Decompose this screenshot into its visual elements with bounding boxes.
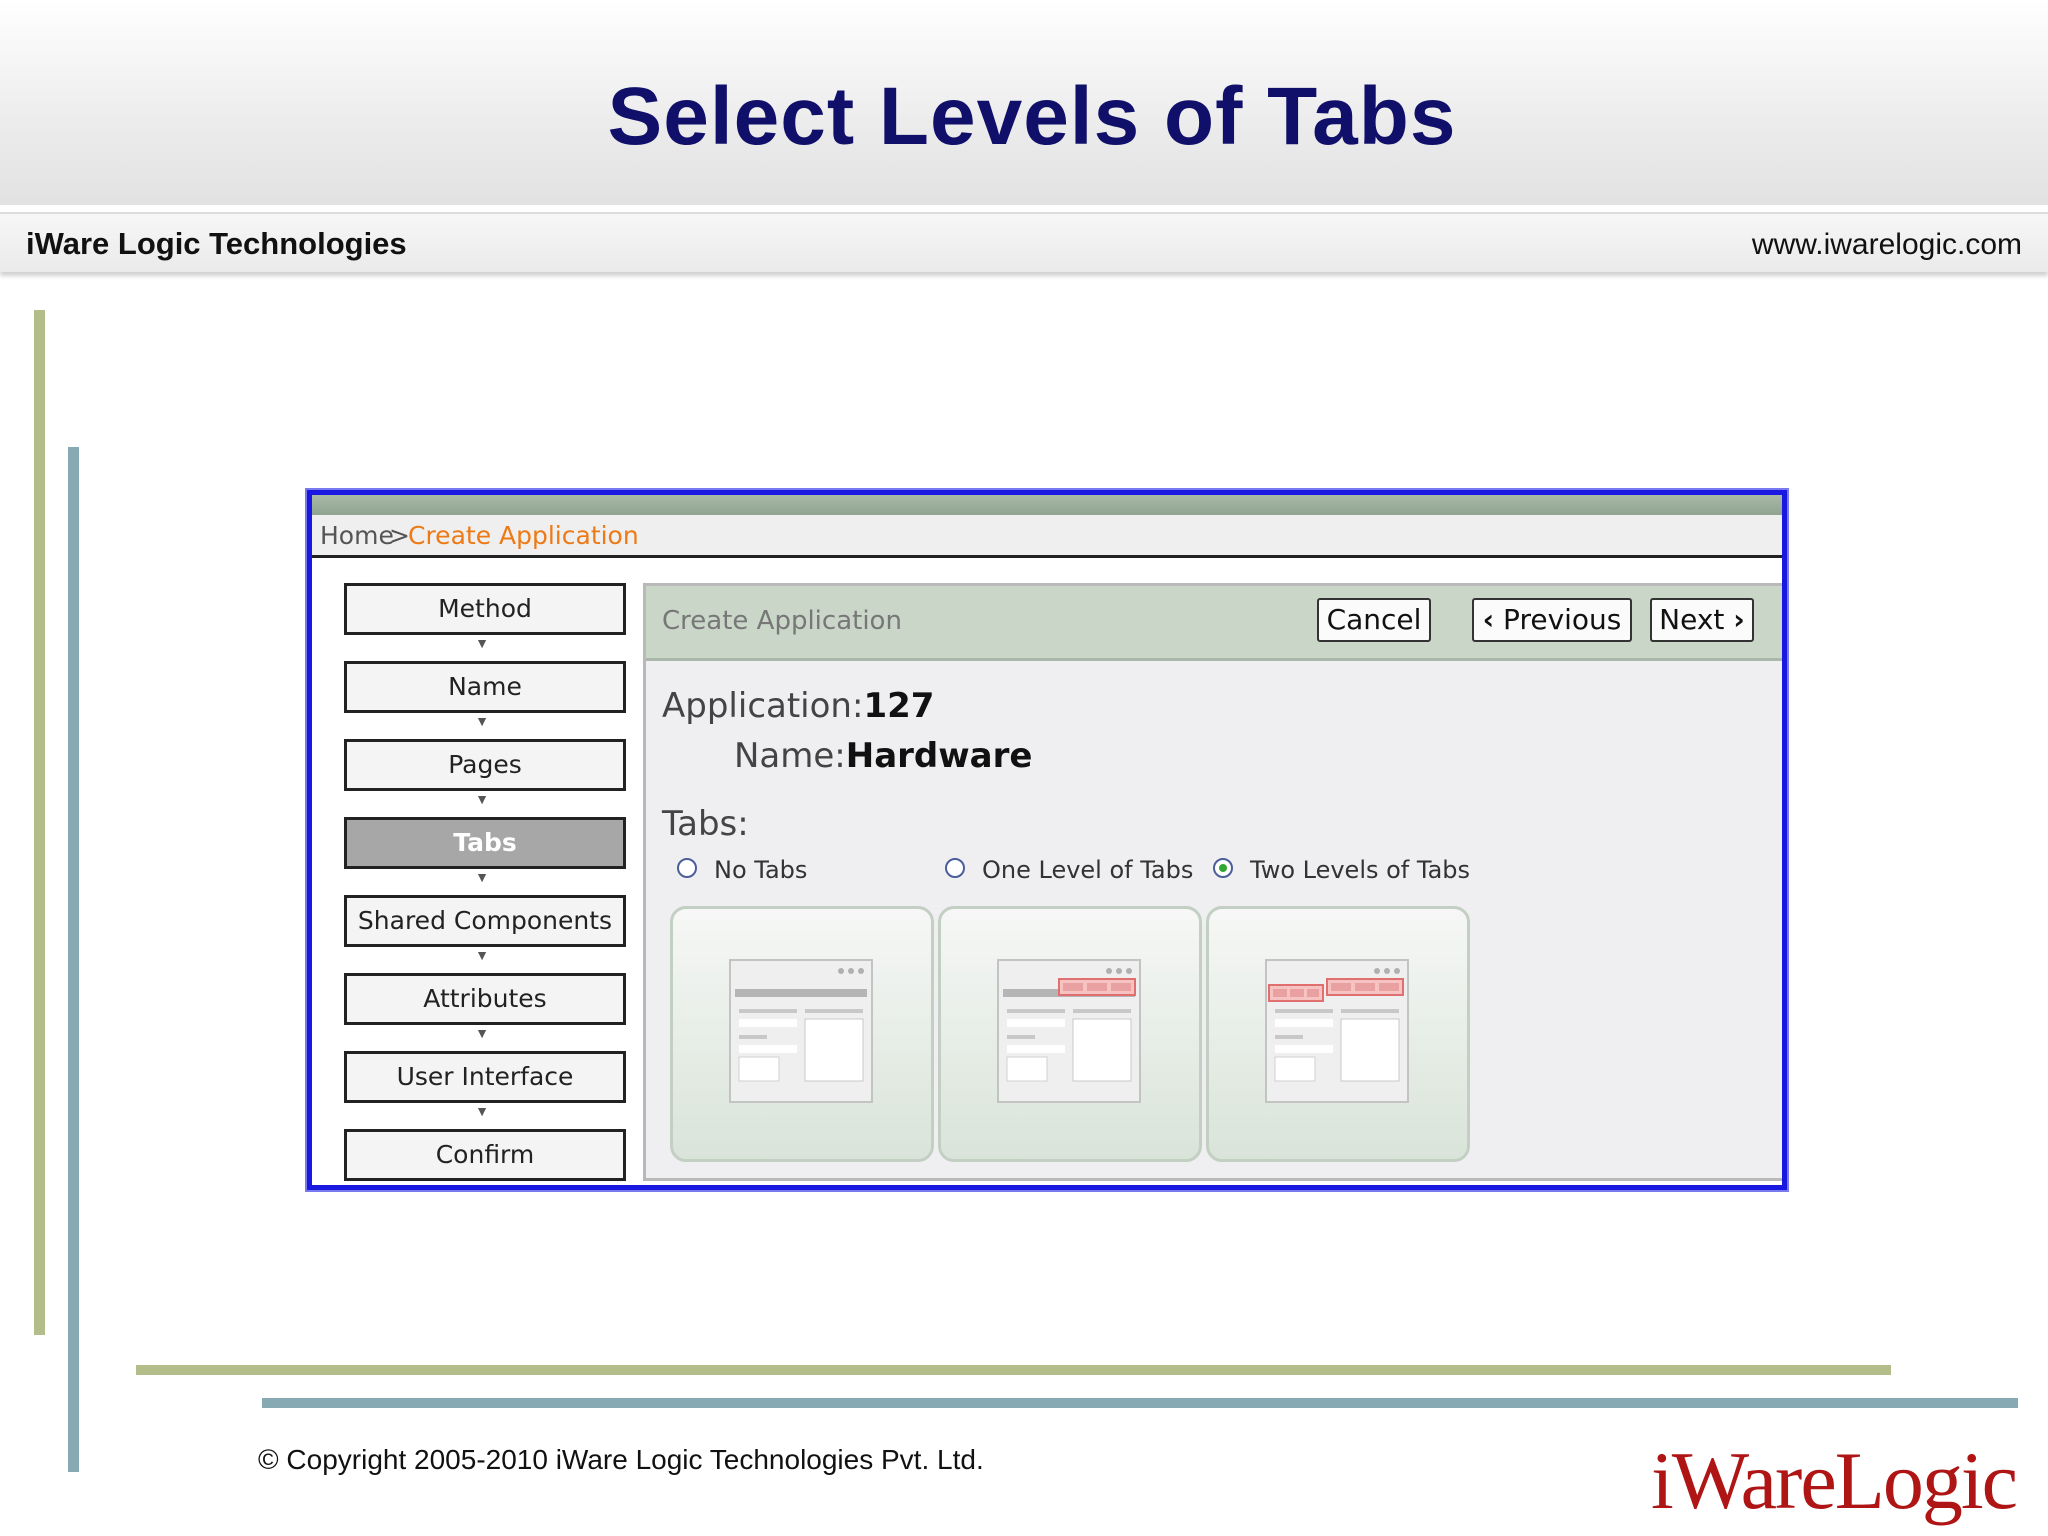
- copyright-text: © Copyright 2005-2010 iWare Logic Techno…: [258, 1444, 984, 1475]
- chevron-right-icon: ›: [1733, 603, 1745, 636]
- decorative-bar: [262, 1398, 2018, 1408]
- wizard-step-shared-components[interactable]: Shared Components: [344, 895, 626, 947]
- chevron-left-icon: ‹: [1482, 603, 1495, 636]
- radio-no-tabs[interactable]: [677, 858, 697, 878]
- application-name: Hardware: [845, 736, 1033, 776]
- application-label: Application:: [662, 686, 864, 726]
- wizard-step-method[interactable]: Method: [344, 583, 626, 635]
- slide-title: Select Levels of Tabs: [607, 71, 1457, 162]
- chevron-down-icon: ▼: [475, 947, 489, 963]
- chevron-down-icon: ▼: [475, 635, 489, 651]
- radio-one-level-tabs[interactable]: [945, 858, 965, 878]
- chevron-down-icon: ▼: [475, 1025, 489, 1041]
- website-url: www.iwarelogic.com: [1751, 228, 2022, 261]
- subheader: iWare Logic Technologies www.iwarelogic.…: [0, 212, 2048, 272]
- name-field: Name:Hardware: [734, 736, 1032, 776]
- company-name: iWare Logic Technologies: [26, 226, 407, 261]
- layout-preview-icon: [1265, 959, 1409, 1103]
- panel-title: Create Application: [662, 606, 902, 636]
- previous-button-label: Previous: [1503, 603, 1622, 636]
- wizard-step-attributes[interactable]: Attributes: [344, 973, 626, 1025]
- breadcrumb-current: Create Application: [408, 521, 639, 550]
- wizard-step-user-interface[interactable]: User Interface: [344, 1051, 626, 1103]
- breadcrumb: Home > Create Application: [312, 515, 1782, 558]
- layout-preview-icon: [729, 959, 873, 1103]
- screenshot-frame: Home > Create Application Method ▼ Name …: [307, 490, 1787, 1190]
- application-id: 127: [863, 686, 935, 726]
- chevron-down-icon: ▼: [475, 713, 489, 729]
- layout-preview-icon: [997, 959, 1141, 1103]
- preview-card-one-level-tabs[interactable]: [938, 906, 1202, 1162]
- chevron-down-icon: ▼: [475, 869, 489, 885]
- decorative-bar: [68, 447, 79, 1472]
- next-button[interactable]: Next ›: [1650, 598, 1754, 642]
- wizard-step-confirm[interactable]: Confirm: [344, 1129, 626, 1181]
- breadcrumb-home-link[interactable]: Home: [320, 521, 394, 550]
- window-top-strip: [312, 495, 1782, 515]
- decorative-bar: [34, 310, 45, 1335]
- radio-two-levels-tabs[interactable]: [1213, 858, 1233, 878]
- option-label-no-tabs: No Tabs: [714, 856, 808, 884]
- create-application-panel: Create Application Cancel ‹ Previous Nex…: [643, 583, 1782, 1181]
- application-field: Application:127: [662, 686, 934, 726]
- option-label-one-level-tabs: One Level of Tabs: [982, 856, 1194, 884]
- decorative-bar: [136, 1365, 1891, 1375]
- tabs-label: Tabs:: [662, 804, 749, 844]
- panel-header: Create Application Cancel ‹ Previous Nex…: [646, 586, 1782, 661]
- chevron-down-icon: ▼: [475, 1103, 489, 1119]
- wizard-step-name[interactable]: Name: [344, 661, 626, 713]
- preview-card-no-tabs[interactable]: [670, 906, 934, 1162]
- previous-button[interactable]: ‹ Previous: [1472, 598, 1632, 642]
- company-logo: iWareLogic: [1651, 1435, 2018, 1526]
- cancel-button[interactable]: Cancel: [1317, 598, 1431, 642]
- preview-card-two-levels-tabs[interactable]: [1206, 906, 1470, 1162]
- name-label: Name:: [734, 736, 846, 776]
- chevron-down-icon: ▼: [475, 791, 489, 807]
- option-label-two-levels-tabs: Two Levels of Tabs: [1250, 856, 1471, 884]
- next-button-label: Next: [1659, 603, 1725, 636]
- wizard-step-tabs[interactable]: Tabs: [344, 817, 626, 869]
- wizard-step-pages[interactable]: Pages: [344, 739, 626, 791]
- breadcrumb-separator: >: [389, 521, 410, 550]
